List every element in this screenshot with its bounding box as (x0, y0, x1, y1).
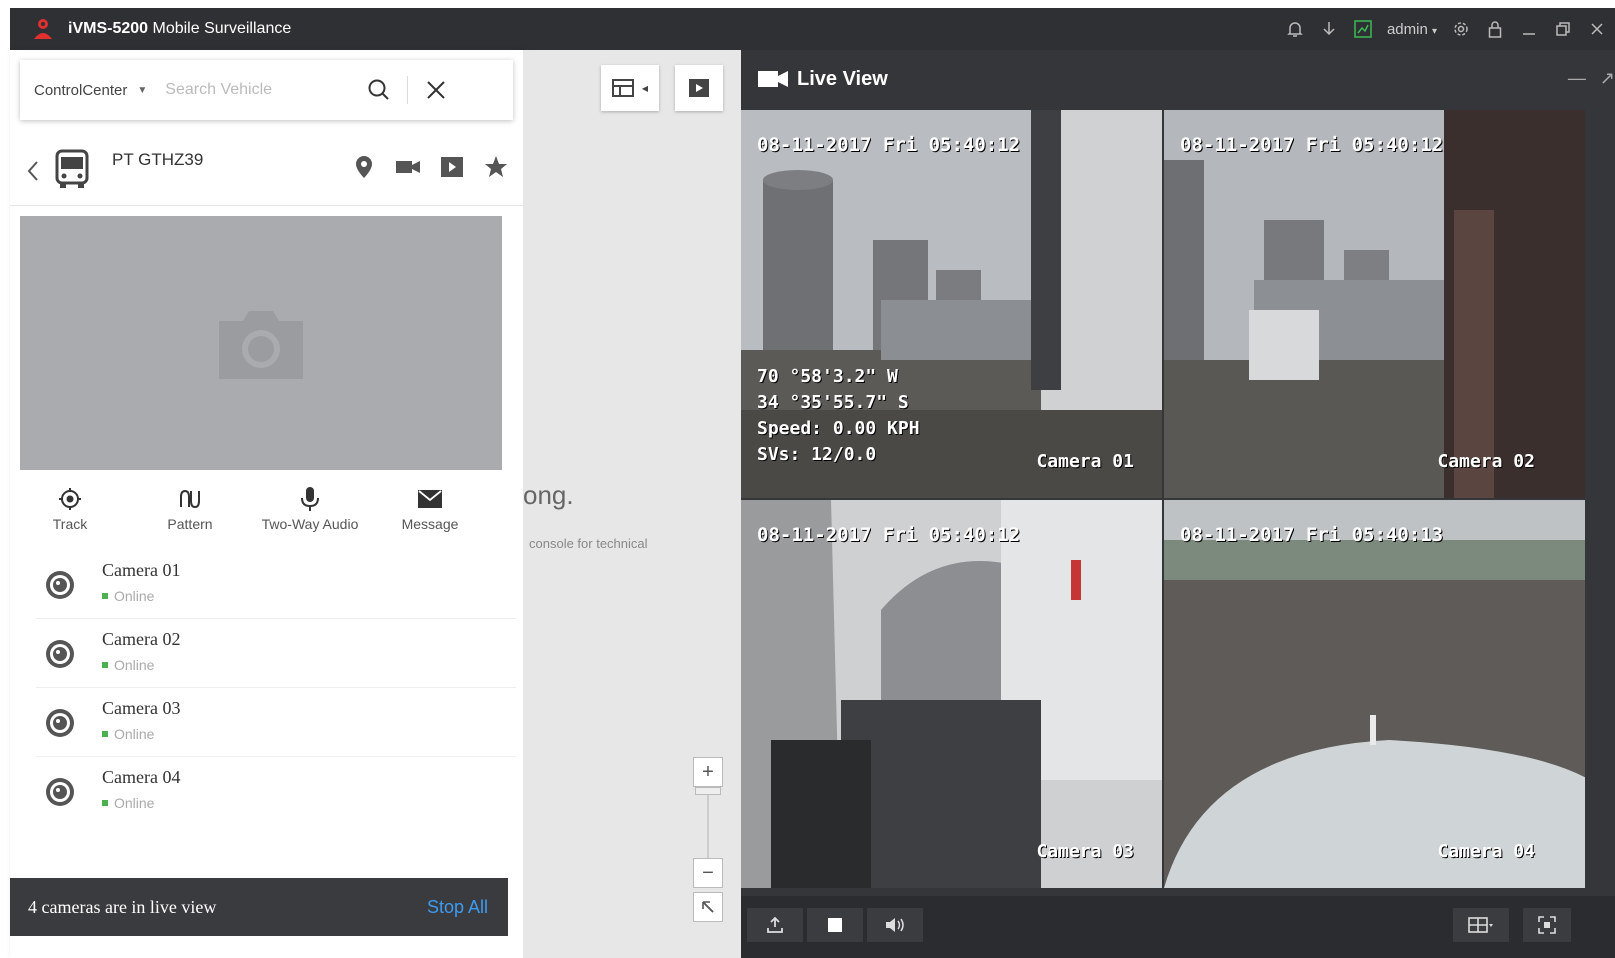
status-online: Online (102, 795, 154, 811)
vehicle-name: PT GTHZ39 (112, 150, 204, 169)
video-feed-camera-02[interactable]: 08-11-2017 Fri 05:40:12 Camera 02 (1164, 110, 1585, 498)
map-submessage: console for technical (529, 536, 648, 551)
divider (407, 76, 409, 104)
search-input[interactable] (165, 81, 356, 99)
lock-icon[interactable] (1485, 19, 1505, 39)
clear-search-icon[interactable] (416, 70, 456, 110)
dome-camera-icon (46, 640, 74, 668)
user-menu[interactable]: admin ▾ (1387, 21, 1437, 38)
dome-camera-icon (46, 778, 74, 806)
bell-icon[interactable] (1285, 19, 1305, 39)
status-online: Online (102, 657, 154, 673)
live-view-panel: Live View — ↗ 08-11-2017 Fri 05:40:12 70… (741, 50, 1615, 958)
map-layer-icon (611, 79, 634, 97)
envelope-icon (417, 486, 443, 512)
dome-camera-icon (46, 571, 74, 599)
live-view-title: Live View (797, 67, 888, 90)
zoom-slider-track[interactable] (707, 795, 709, 865)
video-feed-camera-03[interactable]: 08-11-2017 Fri 05:40:12 Camera 03 (741, 500, 1162, 888)
camera-list-item[interactable]: Camera 02 Online (36, 619, 516, 688)
star-icon[interactable] (483, 154, 509, 180)
search-bar: ControlCenter ▼ (20, 60, 513, 120)
restore-icon[interactable] (1553, 19, 1573, 39)
pop-out-icon[interactable]: ↗ (1600, 68, 1615, 89)
app-logo-icon (30, 16, 56, 42)
camera-placeholder-icon (219, 311, 303, 379)
back-arrow-icon[interactable] (22, 158, 44, 184)
minimize-panel-icon[interactable]: — (1568, 68, 1586, 89)
track-button[interactable]: Track (10, 478, 130, 548)
fullscreen-button[interactable] (1523, 908, 1571, 942)
status-online: Online (102, 726, 154, 742)
status-online: Online (102, 588, 154, 604)
vehicle-header: PT GTHZ39 (10, 136, 523, 206)
map-fullscreen-button[interactable] (675, 65, 723, 111)
grid-layout-icon (1468, 917, 1493, 933)
feed-camera-label: Camera 03 (1036, 841, 1134, 862)
upload-icon (767, 916, 783, 933)
feed-timestamp: 08-11-2017 Fri 05:40:13 (1180, 524, 1444, 546)
bus-icon (52, 148, 92, 190)
feed-timestamp: 08-11-2017 Fri 05:40:12 (1180, 134, 1444, 156)
feed-camera-label: Camera 02 (1437, 451, 1535, 472)
dome-camera-icon (46, 709, 74, 737)
stop-all-button[interactable]: Stop All (427, 897, 488, 918)
feed-camera-label: Camera 01 (1036, 451, 1134, 472)
location-pin-icon[interactable] (351, 154, 377, 180)
fullscreen-icon (1538, 916, 1556, 934)
video-feed-camera-01[interactable]: 08-11-2017 Fri 05:40:12 70 °58'3.2" W 34… (741, 110, 1162, 498)
function-toolbar: Track Pattern Two-Way Audio Message (10, 478, 523, 548)
stop-button[interactable] (807, 908, 863, 942)
scope-dropdown[interactable]: ControlCenter ▼ (34, 82, 147, 99)
pattern-button[interactable]: Pattern (130, 478, 250, 548)
caret-down-icon: ▼ (137, 84, 148, 96)
feed-timestamp: 08-11-2017 Fri 05:40:12 (757, 134, 1021, 156)
map-layer-button[interactable]: ◀ (601, 65, 659, 111)
microphone-icon (297, 486, 323, 512)
live-view-status-bar: 4 cameras are in live view Stop All (10, 878, 508, 936)
video-feed-camera-04[interactable]: 08-11-2017 Fri 05:40:13 Camera 04 (1164, 500, 1585, 888)
title-bar: iVMS-5200 Mobile Surveillance admin ▾ (10, 8, 1615, 50)
arrow-up-left-icon (702, 901, 714, 913)
zoom-slider-handle[interactable] (695, 787, 721, 795)
live-view-header: Live View — ↗ (741, 50, 1615, 108)
map-message: ong. (523, 480, 574, 510)
live-view-toolbar (741, 896, 1615, 958)
target-icon (57, 486, 83, 512)
feed-camera-label: Camera 04 (1437, 841, 1535, 862)
download-icon[interactable] (1319, 19, 1339, 39)
video-camera-icon[interactable] (395, 154, 421, 180)
message-button[interactable]: Message (370, 478, 490, 548)
search-icon[interactable] (359, 70, 399, 110)
video-grid: 08-11-2017 Fri 05:40:12 70 °58'3.2" W 34… (741, 110, 1615, 896)
gps-overlay: 70 °58'3.2" W 34 °35'55.7" S Speed: 0.00… (757, 366, 920, 465)
video-preview[interactable] (20, 216, 502, 470)
speaker-icon (886, 918, 904, 932)
feed-timestamp: 08-11-2017 Fri 05:40:12 (757, 524, 1021, 546)
two-way-audio-button[interactable]: Two-Way Audio (250, 478, 370, 548)
camera-list-item[interactable]: Camera 03 Online (36, 688, 516, 757)
volume-button[interactable] (867, 908, 923, 942)
pattern-icon (177, 486, 203, 512)
camera-list-item[interactable]: Camera 01 Online (36, 550, 516, 619)
video-wall-icon (689, 79, 709, 97)
live-view-count: 4 cameras are in live view (28, 896, 217, 917)
camera-list-item[interactable]: Camera 04 Online (36, 757, 516, 826)
vehicle-panel: ControlCenter▼ PT GTHZ39 (10, 50, 523, 958)
app-title: iVMS-5200 Mobile Surveillance (68, 20, 292, 37)
reset-view-button[interactable] (693, 892, 723, 922)
playback-icon[interactable] (439, 154, 465, 180)
close-window-icon[interactable] (1587, 19, 1607, 39)
video-camera-icon (757, 67, 791, 91)
zoom-in-button[interactable]: + (693, 757, 723, 787)
layout-button[interactable] (1453, 908, 1509, 942)
minimize-icon[interactable] (1519, 19, 1539, 39)
stop-square-icon (828, 918, 842, 932)
monitor-status-icon[interactable] (1353, 19, 1373, 39)
capture-button[interactable] (747, 908, 803, 942)
gear-icon[interactable] (1451, 19, 1471, 39)
map-area[interactable]: ◀ ong. console for technical + − (523, 50, 741, 958)
zoom-out-button[interactable]: − (693, 858, 723, 888)
camera-list: Camera 01 Online Camera 02 Online Camera… (36, 550, 516, 826)
